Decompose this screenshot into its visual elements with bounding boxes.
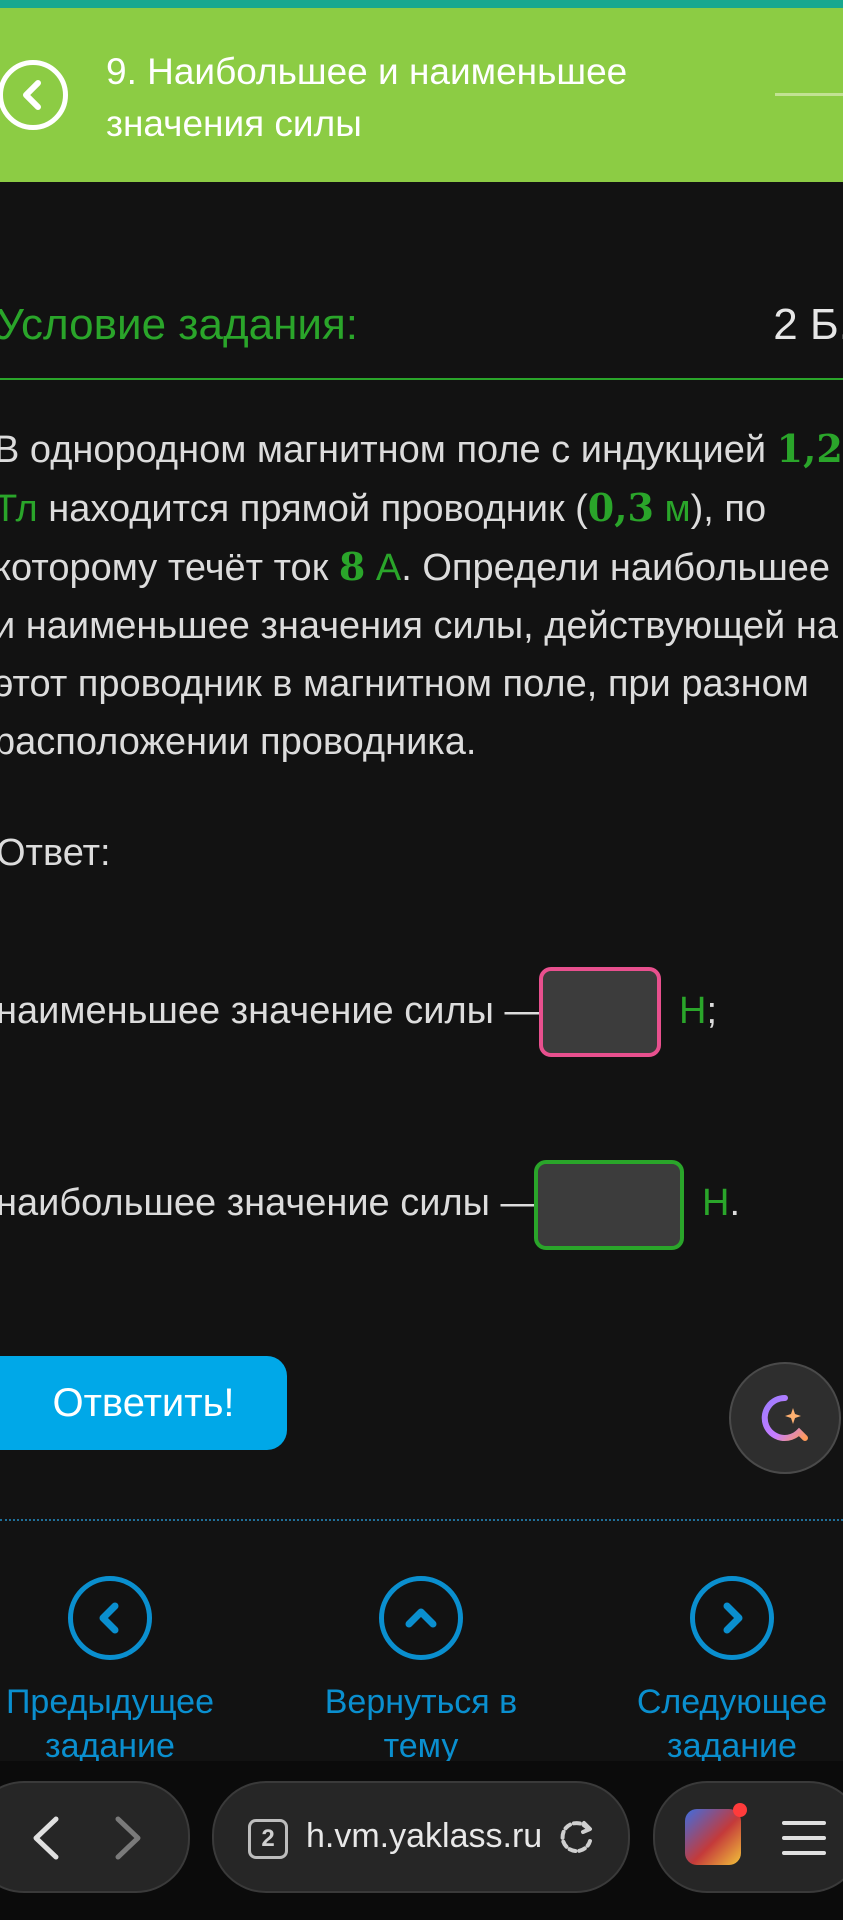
reload-icon[interactable] xyxy=(554,1815,598,1859)
tab-count-icon[interactable]: 2 xyxy=(248,1819,288,1859)
current-unit: А xyxy=(365,547,402,589)
min-force-unit: Н; xyxy=(679,990,717,1033)
length-unit: м xyxy=(653,488,691,530)
min-force-label: наименьшее значение силы — xyxy=(0,990,543,1032)
chevron-up-icon xyxy=(405,1608,437,1628)
max-force-input[interactable] xyxy=(534,1160,684,1250)
top-strip xyxy=(0,0,843,8)
browser-back-icon[interactable] xyxy=(24,1813,72,1863)
prev-task-link[interactable]: Предыдущее задание xyxy=(0,1576,230,1768)
next-task-label: Следующее задание xyxy=(636,1683,828,1765)
max-force-label: наибольшее значение силы — xyxy=(0,1182,539,1224)
max-force-unit: Н. xyxy=(702,1182,740,1225)
section-divider xyxy=(0,378,843,380)
points-badge: 2 Б. xyxy=(773,300,843,349)
section-title: Условие задания: xyxy=(0,300,359,349)
back-to-topic-label: Вернуться в тему xyxy=(324,1683,518,1765)
next-task-link[interactable]: Следующее задание xyxy=(612,1576,843,1768)
task-text-part: находится прямой проводник ( xyxy=(37,488,588,530)
prev-task-label: Предыдущее задание xyxy=(5,1683,215,1765)
browser-forward-icon[interactable] xyxy=(102,1813,150,1863)
answer-label: Ответ: xyxy=(0,832,111,874)
back-to-topic-circle xyxy=(379,1576,463,1660)
menu-icon[interactable] xyxy=(781,1817,827,1859)
chevron-left-icon xyxy=(23,80,41,110)
task-text: В однородном магнитном поле с индукцией … xyxy=(0,420,843,771)
next-task-circle xyxy=(690,1576,774,1660)
length-value: 0,3 xyxy=(587,485,654,530)
min-unit-text: Н xyxy=(679,990,707,1032)
task-header: 9. Наибольшее и наименьшее значения силы xyxy=(0,8,843,182)
ai-assistant-button[interactable] xyxy=(729,1362,841,1474)
browser-url-bar[interactable]: 2 h.vm.yaklass.ru xyxy=(212,1781,630,1893)
url-text[interactable]: h.vm.yaklass.ru xyxy=(306,1817,542,1856)
browser-nav-pill xyxy=(0,1781,190,1893)
extension-icon[interactable] xyxy=(685,1809,741,1865)
max-unit-text: Н xyxy=(702,1182,730,1224)
submit-answer-button[interactable]: Ответить! xyxy=(0,1356,287,1450)
ai-assistant-icon xyxy=(761,1394,808,1441)
chevron-right-icon xyxy=(723,1602,743,1634)
current-value: 8 xyxy=(338,544,366,589)
header-title: 9. Наибольшее и наименьшее значения силы xyxy=(106,51,628,144)
min-punct: ; xyxy=(706,990,718,1032)
min-force-input[interactable] xyxy=(539,967,661,1057)
back-to-topic-link[interactable]: Вернуться в тему xyxy=(301,1576,541,1768)
prev-task-circle xyxy=(68,1576,152,1660)
page: 9. Наибольшее и наименьшее значения силы… xyxy=(0,0,843,1920)
chevron-left-icon xyxy=(99,1602,119,1634)
induction-value: 1,2 xyxy=(776,426,843,471)
nav-divider xyxy=(0,1519,843,1521)
induction-unit: Тл xyxy=(0,488,38,530)
notification-dot xyxy=(733,1803,747,1817)
header-progress-bar xyxy=(775,93,843,96)
task-text-part: В однородном магнитном поле с индукцией xyxy=(0,429,777,471)
browser-menu-pill xyxy=(653,1781,843,1893)
header-back-button[interactable] xyxy=(0,60,68,130)
max-punct: . xyxy=(729,1182,741,1224)
browser-toolbar: 2 h.vm.yaklass.ru xyxy=(0,1761,843,1920)
